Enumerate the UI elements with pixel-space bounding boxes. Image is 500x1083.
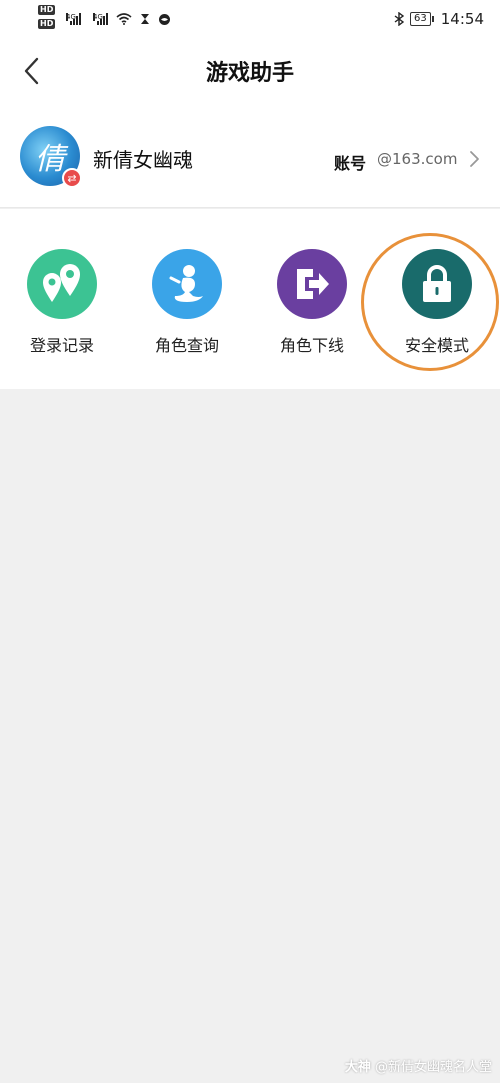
bluetooth-icon (394, 12, 405, 26)
tool-login-records-label: 登录记录 (29, 336, 94, 355)
signal-icon-1: 4G (66, 13, 81, 25)
tool-role-logout-label: 角色下线 (279, 336, 344, 355)
switch-account-icon[interactable]: ⇄ (62, 168, 82, 188)
back-button[interactable] (14, 54, 48, 88)
hourglass-icon (141, 14, 149, 24)
watermark-brand: 大神 (344, 1060, 371, 1075)
hd-indicators: HD HD (38, 5, 56, 29)
tool-safe-mode[interactable]: 安全模式 (382, 249, 492, 356)
hd-badge-1: HD (38, 5, 56, 15)
chevron-left-icon (24, 57, 39, 85)
lock-icon (423, 265, 451, 302)
page-title: 游戏助手 (205, 61, 294, 86)
tool-role-query[interactable]: 角色查询 (132, 249, 242, 356)
character-icon (169, 265, 203, 302)
screen: HD HD 4G 4G 63 14:54 游戏助手 倩 ⇄ 新倩女幽魂 账号 @… (0, 0, 500, 1083)
account-value: @163.com (377, 150, 458, 168)
avatar-glyph: 倩 (35, 142, 65, 177)
account-label: 账号 (334, 154, 367, 173)
tool-login-records[interactable]: 登录记录 (7, 249, 117, 356)
tool-safe-mode-circle (402, 249, 472, 319)
game-name: 新倩女幽魂 (93, 148, 193, 172)
nav-bar: 游戏助手 (0, 38, 500, 104)
tool-role-query-circle (152, 249, 222, 319)
tool-safe-mode-label: 安全模式 (404, 336, 469, 355)
location-pins-icon (43, 264, 80, 302)
hd-badge-2: HD (38, 19, 56, 29)
battery-indicator: 63 (410, 12, 434, 26)
signal-label-1: 4G (66, 13, 76, 21)
watermark-text: @新倩女幽魂名人堂 (374, 1060, 492, 1075)
tool-role-query-label: 角色查询 (154, 336, 219, 355)
eye-protect-icon (159, 13, 170, 25)
signal-label-2: 4G (93, 13, 103, 21)
tool-role-logout-circle (277, 249, 347, 319)
tool-login-records-circle (27, 249, 97, 319)
chevron-right-icon[interactable] (467, 149, 481, 169)
tool-role-logout[interactable]: 角色下线 (257, 249, 367, 356)
wifi-icon (116, 13, 132, 25)
status-bar: HD HD 4G 4G 63 14:54 (0, 0, 500, 38)
logout-icon (297, 269, 329, 299)
watermark: 大神 @新倩女幽魂名人堂 (345, 1056, 492, 1075)
tools-panel: 登录记录 角色查询 角色下线 安全模式 (0, 209, 500, 389)
clock: 14:54 (440, 10, 484, 28)
status-icons-right: 63 14:54 (394, 10, 484, 28)
game-avatar: 倩 ⇄ (20, 126, 82, 188)
signal-icon-2: 4G (93, 13, 108, 25)
status-icons-left: 4G 4G (38, 13, 171, 26)
account-row[interactable]: 倩 ⇄ 新倩女幽魂 账号 @163.com (0, 104, 500, 208)
